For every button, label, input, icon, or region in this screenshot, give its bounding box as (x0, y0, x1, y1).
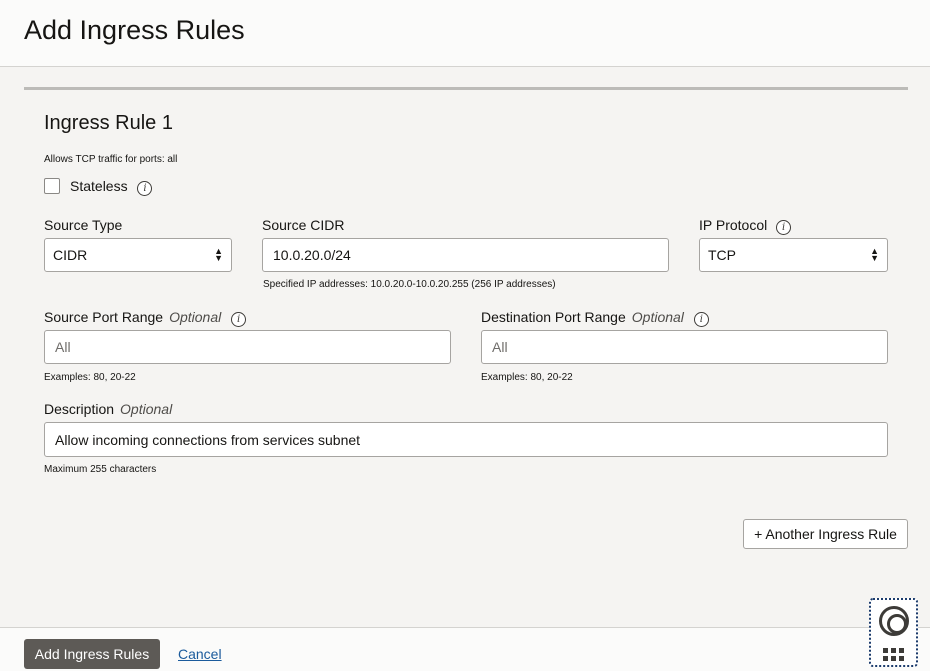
ip-protocol-label: IP Protocol i (699, 217, 792, 235)
lifebuoy-icon (878, 606, 909, 636)
optional-tag: Optional (120, 401, 173, 417)
stateless-label-text: Stateless (70, 178, 128, 194)
cancel-link[interactable]: Cancel (178, 646, 222, 662)
chevron-up-down-icon: ▲ ▼ (214, 246, 223, 263)
info-icon[interactable]: i (776, 220, 792, 235)
source-port-input[interactable]: All (44, 330, 451, 364)
rule-title: Ingress Rule 1 (44, 112, 173, 134)
source-cidr-input[interactable]: 10.0.20.0/24 (262, 238, 669, 272)
stateless-label: Stateless i (70, 178, 153, 196)
ip-protocol-value: TCP (708, 247, 736, 263)
another-ingress-rule-button[interactable]: + Another Ingress Rule (743, 519, 908, 549)
stateless-checkbox[interactable] (44, 178, 60, 194)
source-type-select[interactable]: CIDR ▲ ▼ (44, 238, 232, 272)
source-port-label-text: Source Port Range (44, 309, 164, 325)
optional-tag: Optional (631, 309, 684, 325)
source-port-help: Examples: 80, 20-22 (44, 372, 136, 383)
info-icon[interactable]: i (137, 181, 153, 196)
panel-header: Add Ingress Rules (0, 0, 930, 67)
ip-protocol-select[interactable]: TCP ▲ ▼ (699, 238, 888, 272)
help-widget[interactable] (869, 598, 918, 667)
add-ingress-rules-button[interactable]: Add Ingress Rules (24, 639, 160, 669)
description-label: Description Optional (44, 401, 172, 417)
rule-description: Allows TCP traffic for ports: all (44, 154, 178, 165)
source-port-label: Source Port Range Optional i (44, 309, 247, 327)
grid-icon (883, 648, 904, 661)
ip-protocol-label-text: IP Protocol (699, 217, 768, 233)
panel-title: Add Ingress Rules (24, 15, 245, 45)
description-help: Maximum 255 characters (44, 464, 157, 475)
source-type-label: Source Type (44, 217, 123, 233)
dest-port-label-text: Destination Port Range (481, 309, 626, 325)
chevron-up-down-icon: ▲ ▼ (870, 246, 879, 263)
source-type-value: CIDR (53, 247, 88, 263)
description-label-text: Description (44, 401, 115, 417)
dest-port-input[interactable]: All (481, 330, 888, 364)
source-cidr-help: Specified IP addresses: 10.0.20.0-10.0.2… (263, 279, 556, 290)
dest-port-help: Examples: 80, 20-22 (481, 372, 573, 383)
info-icon[interactable]: i (231, 312, 247, 327)
optional-tag: Optional (169, 309, 222, 325)
dest-port-label: Destination Port Range Optional i (481, 309, 709, 327)
source-cidr-label: Source CIDR (262, 217, 345, 233)
info-icon[interactable]: i (693, 312, 709, 327)
description-input[interactable]: Allow incoming connections from services… (44, 422, 888, 457)
